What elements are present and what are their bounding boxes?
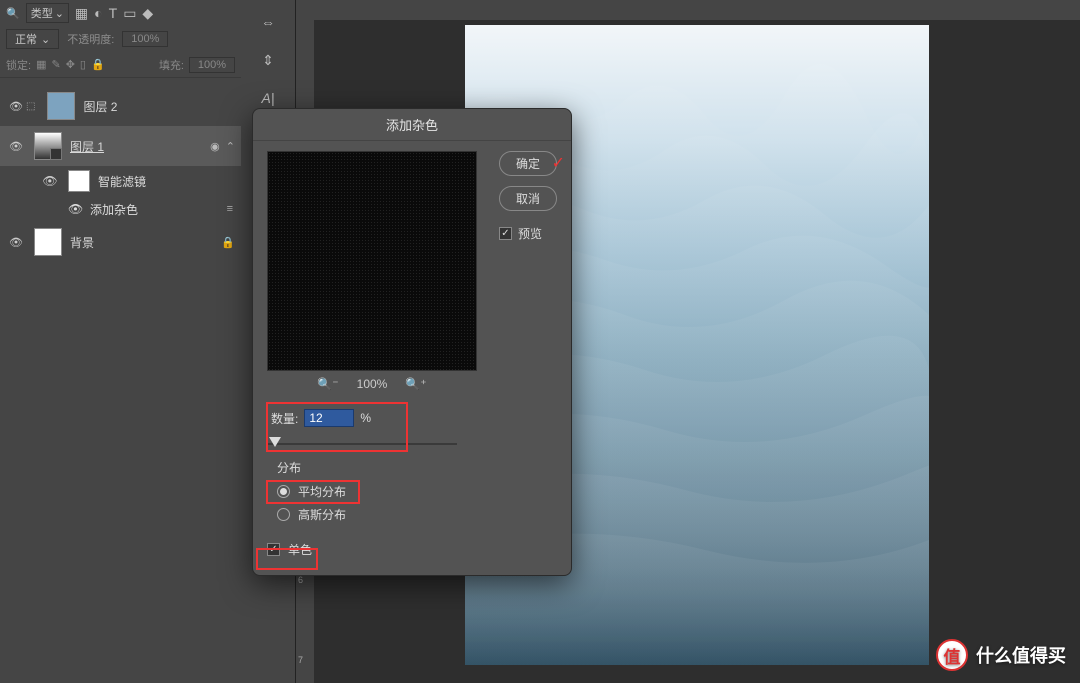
ruler-horizontal bbox=[296, 0, 1080, 20]
layer-type-filter[interactable]: 类型 ⌄ bbox=[26, 3, 69, 23]
visibility-toggle[interactable]: 👁 bbox=[40, 174, 60, 188]
dialog-title: 添加杂色 bbox=[253, 109, 571, 141]
watermark-text: 什么值得买 bbox=[976, 642, 1066, 668]
monochrome-checkbox[interactable] bbox=[267, 543, 280, 556]
fill-label: 填充: bbox=[159, 57, 184, 73]
smart-filters-row[interactable]: 👁 智能滤镜 bbox=[0, 166, 241, 196]
adjust-filter-icon[interactable]: ◐ bbox=[94, 5, 102, 21]
lock-label: 锁定: bbox=[6, 57, 31, 73]
layers-list: 👁 ⬚ 图层 2 👁 图层 1 ◉ ⌃ 👁 智能滤镜 👁 添加杂色 ≡ bbox=[0, 86, 241, 262]
lock-brush-icon[interactable]: ✎ bbox=[51, 58, 60, 71]
lock-artboard-icon[interactable]: ▯ bbox=[80, 58, 86, 71]
preview-checkbox[interactable] bbox=[499, 227, 512, 240]
blend-mode-value: 正常 bbox=[15, 31, 37, 47]
cancel-button[interactable]: 取消 bbox=[499, 186, 557, 211]
filter-effect-name: 添加杂色 bbox=[90, 201, 138, 218]
amount-input[interactable] bbox=[304, 409, 354, 427]
layers-panel: 🔍 类型 ⌄ ▦ ◐ T ▭ ◆ 正常 ⌄ 不透明度: 100% 锁定: ▦ ✎… bbox=[0, 0, 241, 683]
filter-mask-thumb[interactable] bbox=[68, 170, 90, 192]
shape-filter-icon[interactable]: ▭ bbox=[123, 5, 136, 22]
layer-filter-row: 🔍 类型 ⌄ ▦ ◐ T ▭ ◆ bbox=[0, 0, 241, 26]
opacity-field[interactable]: 100% bbox=[122, 31, 168, 47]
collapse-icon[interactable]: ⌃ bbox=[226, 140, 235, 153]
ok-button[interactable]: 确定 bbox=[499, 151, 557, 176]
align-icon[interactable]: ⇔ bbox=[248, 6, 288, 38]
uniform-label: 平均分布 bbox=[298, 483, 346, 500]
gaussian-label: 高斯分布 bbox=[298, 506, 346, 523]
layer-name: 图层 2 bbox=[83, 98, 117, 115]
layer-name: 图层 1 bbox=[70, 138, 104, 155]
lock-icon: 🔒 bbox=[221, 236, 235, 249]
visibility-toggle[interactable]: 👁 bbox=[6, 100, 26, 113]
lock-move-icon[interactable]: ✥ bbox=[66, 58, 75, 71]
type-filter-label: 类型 bbox=[31, 5, 53, 21]
filter-badge-icon[interactable]: ◉ bbox=[210, 140, 220, 153]
layer-thumb[interactable] bbox=[34, 132, 62, 160]
chevron-down-icon: ⌄ bbox=[55, 7, 64, 20]
blend-row: 正常 ⌄ 不透明度: 100% bbox=[0, 26, 241, 52]
amount-slider[interactable] bbox=[267, 435, 457, 453]
visibility-toggle[interactable]: 👁 bbox=[6, 140, 26, 153]
monochrome-label: 单色 bbox=[288, 541, 312, 558]
layer-row[interactable]: 👁 背景 🔒 bbox=[0, 222, 241, 262]
zoom-out-icon[interactable]: 🔍⁻ bbox=[317, 377, 338, 391]
image-filter-icon[interactable]: ▦ bbox=[75, 5, 88, 22]
zoom-in-icon[interactable]: 🔍⁺ bbox=[405, 377, 426, 391]
annotation-check-icon: ✓ bbox=[552, 153, 565, 173]
amount-label: 数量: bbox=[271, 410, 298, 427]
filter-settings-icon[interactable]: ≡ bbox=[227, 203, 233, 215]
layer-name: 背景 bbox=[70, 234, 94, 251]
preview-label: 预览 bbox=[518, 225, 542, 242]
ruler-tick: 7 bbox=[298, 655, 303, 665]
blend-mode-select[interactable]: 正常 ⌄ bbox=[6, 29, 59, 49]
amount-unit: % bbox=[360, 411, 371, 425]
add-noise-dialog: 添加杂色 确定 ✓ 取消 预览 🔍⁻ 100% 🔍⁺ 数量: % bbox=[252, 108, 572, 576]
link-icon: ⬚ bbox=[26, 101, 35, 112]
noise-preview[interactable] bbox=[267, 151, 477, 371]
gaussian-radio[interactable] bbox=[277, 508, 290, 521]
slider-thumb[interactable] bbox=[269, 437, 281, 447]
slider-track bbox=[267, 443, 457, 445]
distribution-label: 分布 bbox=[277, 459, 557, 476]
filter-effect-row[interactable]: 👁 添加杂色 ≡ bbox=[0, 196, 241, 222]
smart-filter-icon[interactable]: ◆ bbox=[142, 5, 153, 22]
opacity-label: 不透明度: bbox=[67, 31, 114, 47]
layer-thumb[interactable] bbox=[34, 228, 62, 256]
amount-row: 数量: % bbox=[267, 405, 557, 431]
gaussian-radio-row[interactable]: 高斯分布 bbox=[267, 503, 557, 526]
uniform-radio[interactable] bbox=[277, 485, 290, 498]
fill-field[interactable]: 100% bbox=[189, 57, 235, 73]
layer-thumb[interactable] bbox=[47, 92, 75, 120]
text-filter-icon[interactable]: T bbox=[109, 5, 118, 21]
distribute-icon[interactable]: ⇕ bbox=[248, 44, 288, 76]
lock-pixels-icon[interactable]: ▦ bbox=[36, 58, 46, 71]
smart-filters-label: 智能滤镜 bbox=[98, 173, 146, 190]
visibility-toggle[interactable]: 👁 bbox=[68, 202, 82, 216]
search-icon: 🔍 bbox=[6, 7, 20, 20]
layer-row[interactable]: 👁 图层 1 ◉ ⌃ bbox=[0, 126, 241, 166]
lock-row: 锁定: ▦ ✎ ✥ ▯ 🔒 填充: 100% bbox=[0, 52, 241, 78]
watermark: 值 什么值得买 bbox=[936, 639, 1066, 671]
ruler-tick: 6 bbox=[298, 575, 303, 585]
visibility-toggle[interactable]: 👁 bbox=[6, 236, 26, 249]
lock-all-icon[interactable]: 🔒 bbox=[91, 58, 105, 71]
uniform-radio-row[interactable]: 平均分布 bbox=[267, 480, 557, 503]
watermark-badge: 值 bbox=[936, 639, 968, 671]
zoom-value: 100% bbox=[357, 377, 388, 391]
chevron-down-icon: ⌄ bbox=[41, 33, 50, 46]
layer-row[interactable]: 👁 ⬚ 图层 2 bbox=[0, 86, 241, 126]
